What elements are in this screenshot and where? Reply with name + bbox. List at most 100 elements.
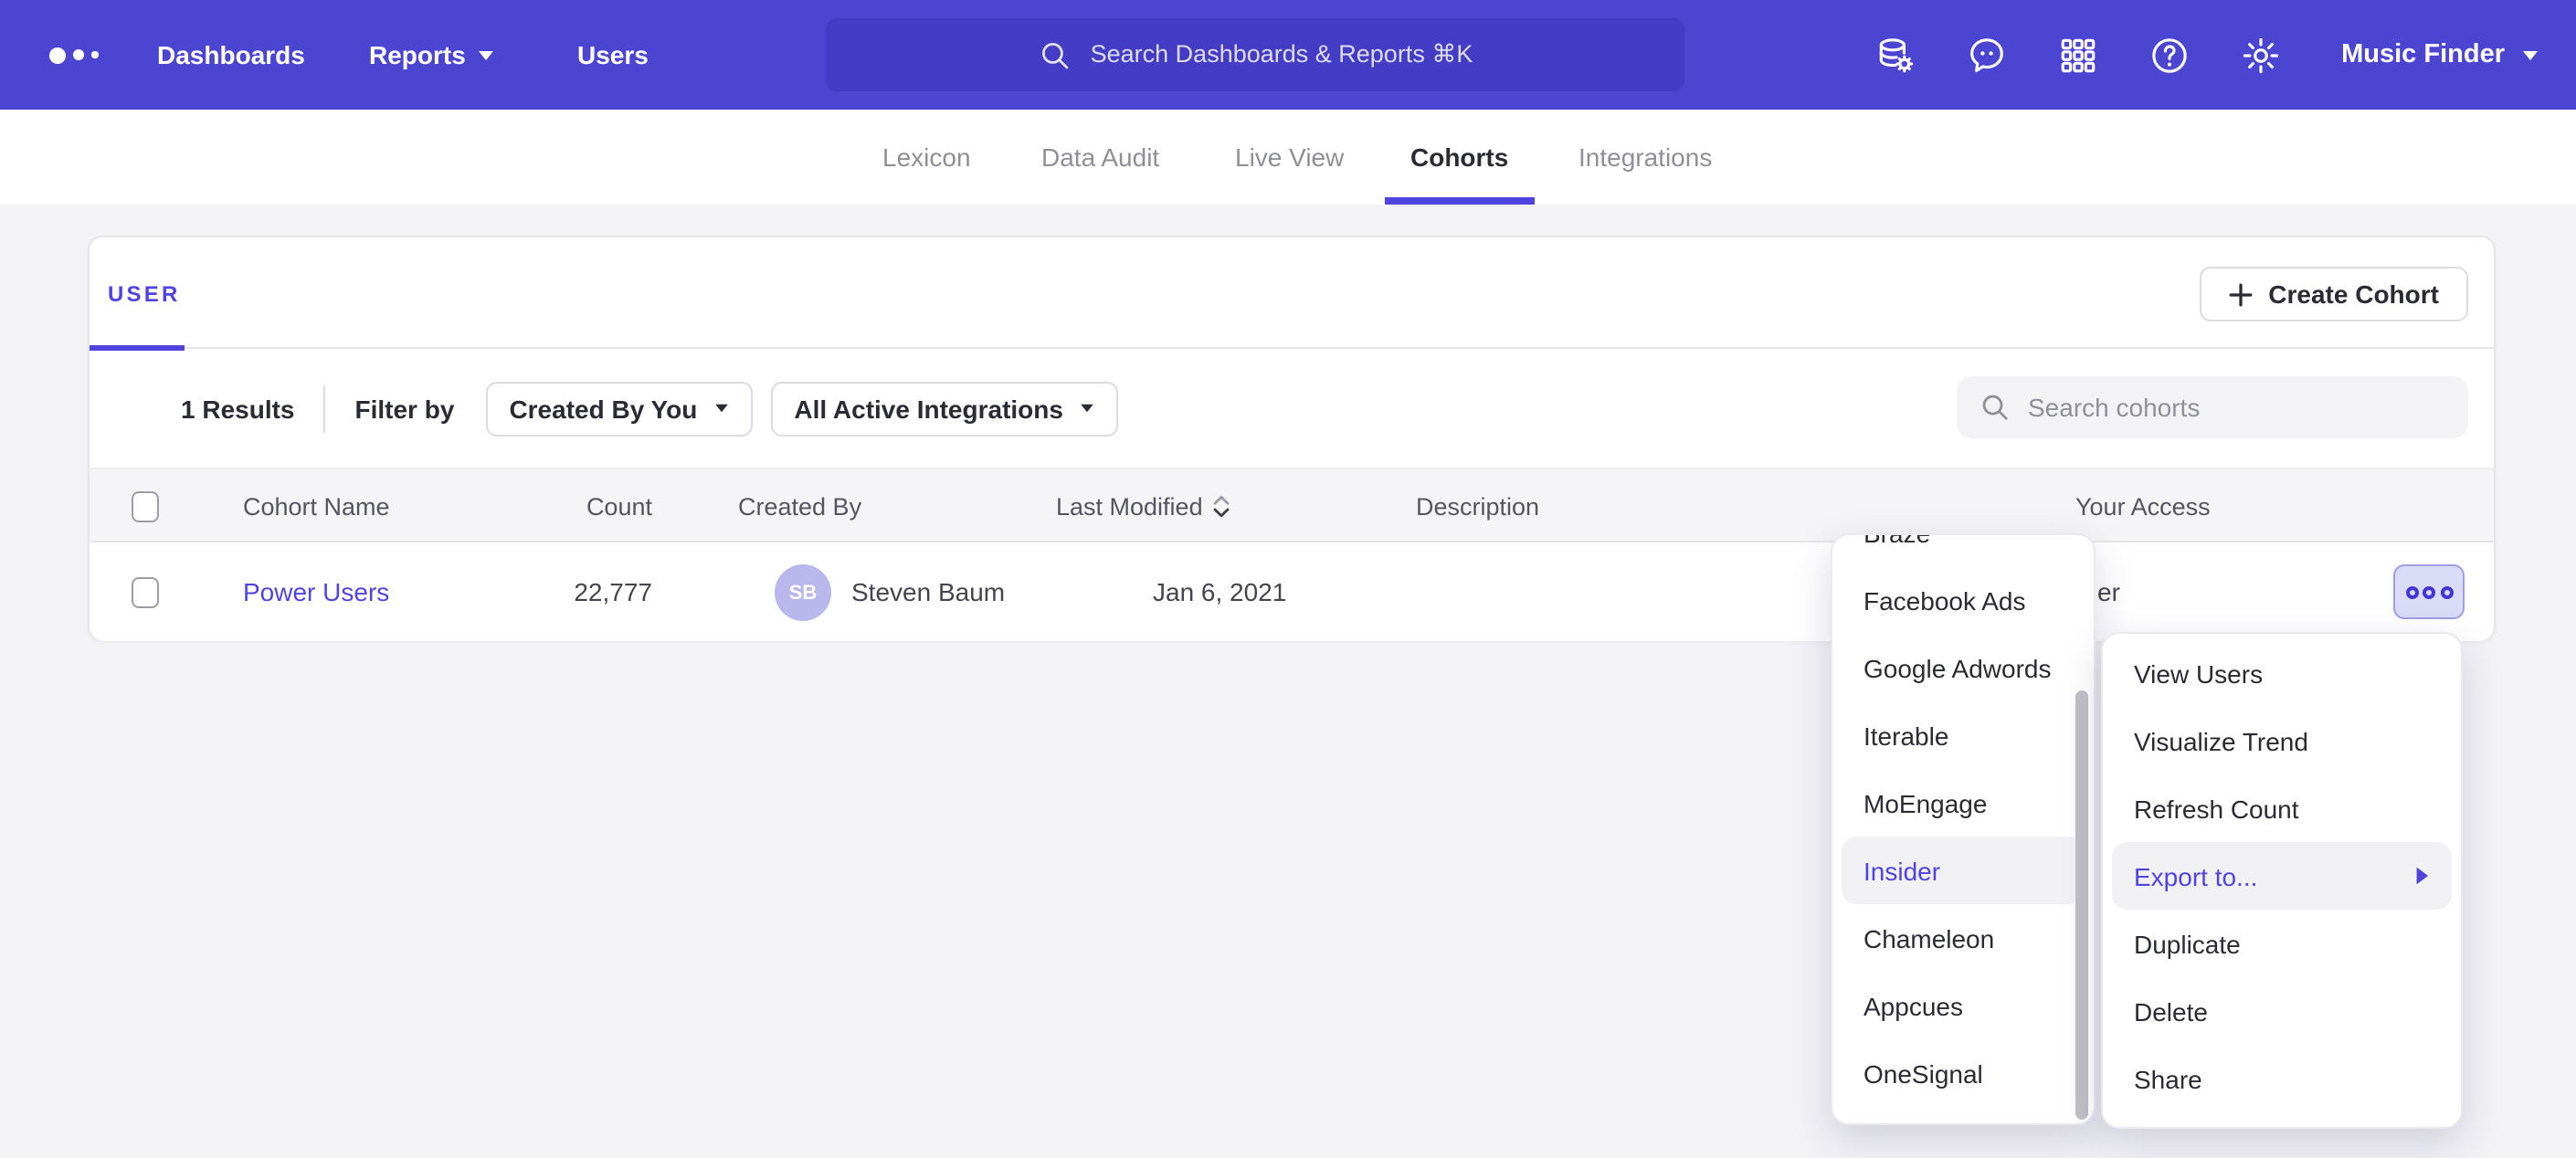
context-menu-list: View Users Visualize Trend Refresh Count…	[2103, 634, 2461, 1112]
column-created-by: Created By	[738, 469, 861, 544]
data-management-icon[interactable]	[1874, 33, 1917, 77]
menu-item-appcues[interactable]: Appcues	[1842, 972, 2085, 1039]
cohort-search-input[interactable]	[2028, 393, 2430, 422]
chevron-down-icon	[479, 50, 493, 59]
tab-integrations-label: Integrations	[1578, 142, 1712, 172]
results-count: 1 Results	[181, 394, 295, 423]
sort-icon	[1212, 495, 1232, 519]
nav-users-label: Users	[577, 40, 649, 69]
chevron-down-icon	[715, 405, 728, 413]
cohort-search	[1957, 376, 2468, 438]
tab-data-audit[interactable]: Data Audit	[1041, 110, 1159, 205]
plus-icon	[2228, 282, 2252, 306]
nav-dashboards[interactable]: Dashboards	[157, 0, 305, 110]
integrations-filter-label: All Active Integrations	[794, 394, 1063, 423]
menu-item-share[interactable]: Share	[2112, 1045, 2452, 1112]
menu-item-duplicate[interactable]: Duplicate	[2112, 910, 2452, 977]
menu-item-view-users[interactable]: View Users	[2112, 639, 2452, 707]
project-switcher[interactable]: Music Finder	[2341, 40, 2538, 69]
column-cohort-name: Cohort Name	[243, 469, 390, 544]
menu-item-moengage[interactable]: MoEngage	[1842, 769, 2085, 837]
chevron-down-icon	[1081, 405, 1093, 413]
column-description: Description	[1416, 469, 1539, 544]
feedback-bubble-icon[interactable]	[1965, 33, 2009, 77]
menu-item-facebook-ads[interactable]: Facebook Ads	[1842, 566, 2085, 634]
menu-item-google-adwords[interactable]: Google Adwords	[1842, 634, 2085, 701]
create-cohort-button[interactable]: Create Cohort	[2199, 267, 2468, 321]
nav-reports[interactable]: Reports	[369, 0, 493, 110]
tab-live-view-label: Live View	[1235, 142, 1344, 172]
help-circle-icon[interactable]	[2148, 33, 2191, 77]
ellipsis-dot-icon	[2405, 585, 2418, 598]
column-count: Count	[455, 469, 652, 544]
cohort-type-header: USER Create Cohort	[90, 237, 2494, 349]
table-row: Power Users 22,777 SB Steven Baum Jan 6,…	[90, 542, 2494, 641]
menu-item-export-to[interactable]: Export to...	[2112, 842, 2452, 910]
global-search-placeholder: Search Dashboards & Reports ⌘K	[1091, 40, 1473, 69]
logo-dot-icon	[91, 52, 98, 58]
tab-user-label: USER	[108, 280, 181, 306]
create-cohort-label: Create Cohort	[2268, 279, 2439, 309]
menu-item-insider[interactable]: Insider	[1842, 837, 2085, 904]
project-name: Music Finder	[2341, 40, 2505, 69]
tab-lexicon-label: Lexicon	[882, 142, 971, 172]
ellipsis-dot-icon	[2440, 585, 2453, 598]
row-actions-button[interactable]	[2393, 564, 2465, 619]
topbar-actions: Music Finder	[1874, 0, 2576, 110]
column-your-access: Your Access	[2075, 469, 2211, 544]
menu-item-delete[interactable]: Delete	[2112, 977, 2452, 1045]
submenu-arrow-icon	[2415, 866, 2430, 886]
created-by-value: Steven Baum	[851, 542, 1005, 641]
section-tabbar: Lexicon Data Audit Live View Cohorts Int…	[0, 110, 2576, 205]
search-icon	[1979, 391, 2011, 424]
nav-users[interactable]: Users	[577, 0, 649, 110]
menu-item-braze[interactable]: Braze	[1842, 533, 2085, 566]
nav-reports-label: Reports	[369, 40, 466, 69]
cohorts-panel: USER Create Cohort 1 Results Filter by C…	[88, 236, 2496, 641]
column-last-modified-sort[interactable]: Last Modified	[1056, 469, 1232, 544]
apps-grid-icon[interactable]	[2056, 33, 2100, 77]
integrations-filter-dropdown[interactable]: All Active Integrations	[770, 381, 1118, 436]
global-search-input[interactable]: Search Dashboards & Reports ⌘K	[826, 18, 1684, 91]
filter-by-label: Filter by	[355, 394, 455, 423]
row-checkbox[interactable]	[132, 577, 159, 608]
cohort-count-value: 22,777	[455, 542, 652, 641]
tab-cohorts[interactable]: Cohorts	[1410, 110, 1508, 205]
search-icon	[1038, 37, 1072, 72]
logo-dot-icon	[73, 49, 84, 60]
tab-cohorts-label: Cohorts	[1410, 142, 1508, 172]
last-modified-value: Jan 6, 2021	[1153, 542, 1286, 641]
menu-item-onesignal[interactable]: OneSignal	[1842, 1039, 2085, 1107]
table-header: Cohort Name Count Created By Last Modifi…	[90, 468, 2494, 542]
divider	[324, 384, 326, 432]
ellipsis-dot-icon	[2423, 585, 2435, 598]
export-submenu-list: Braze Facebook Ads Google Adwords Iterab…	[1832, 533, 2094, 1107]
tab-user-cohorts[interactable]: USER	[90, 237, 199, 349]
app-root: Dashboards Reports Users Search Dashboar…	[0, 0, 2576, 1158]
mixpanel-logo[interactable]	[49, 0, 98, 110]
menu-item-refresh-count[interactable]: Refresh Count	[2112, 774, 2452, 842]
tab-lexicon[interactable]: Lexicon	[882, 110, 971, 205]
tab-data-audit-label: Data Audit	[1041, 142, 1159, 172]
filter-row: 1 Results Filter by Created By You All A…	[90, 349, 2494, 468]
tab-live-view[interactable]: Live View	[1235, 110, 1344, 205]
avatar: SB	[775, 564, 831, 621]
row-context-menu: View Users Visualize Trend Refresh Count…	[2101, 632, 2463, 1129]
menu-item-visualize-trend[interactable]: Visualize Trend	[2112, 707, 2452, 774]
select-all-checkbox[interactable]	[132, 491, 159, 522]
created-by-filter-dropdown[interactable]: Created By You	[485, 381, 752, 436]
your-access-value-partial: er	[2097, 542, 2120, 641]
cohort-name-link[interactable]: Power Users	[243, 542, 389, 641]
export-submenu: Braze Facebook Ads Google Adwords Iterab…	[1831, 533, 2096, 1125]
chevron-down-icon	[2523, 50, 2538, 59]
nav-dashboards-label: Dashboards	[157, 40, 305, 69]
logo-dot-icon	[49, 47, 66, 63]
active-tab-underline	[1385, 197, 1534, 205]
tab-integrations[interactable]: Integrations	[1578, 110, 1712, 205]
created-by-filter-label: Created By You	[509, 394, 697, 423]
menu-item-iterable[interactable]: Iterable	[1842, 701, 2085, 769]
top-nav-bar: Dashboards Reports Users Search Dashboar…	[0, 0, 2576, 110]
settings-gear-icon[interactable]	[2239, 33, 2283, 77]
menu-item-chameleon[interactable]: Chameleon	[1842, 904, 2085, 972]
scrollbar-thumb[interactable]	[2075, 690, 2088, 1120]
